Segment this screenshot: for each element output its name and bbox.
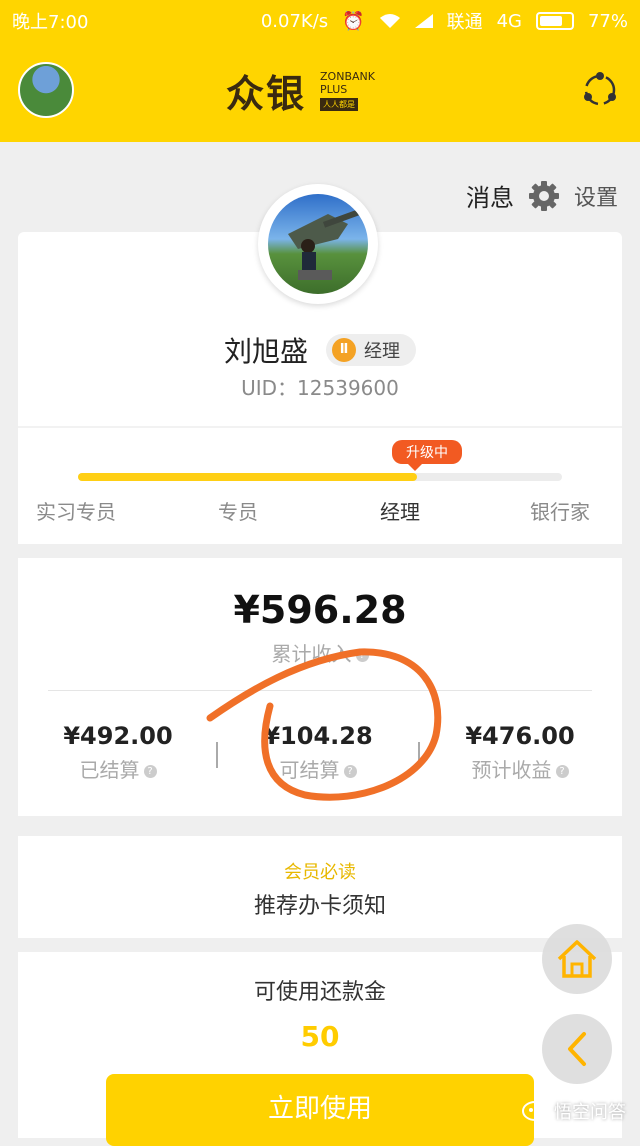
profile-name-row: 刘旭盛 Ⅱ 经理 <box>0 330 640 370</box>
wukong-logo-icon <box>522 1101 548 1121</box>
notice-link[interactable]: 推荐办卡须知 <box>0 888 640 920</box>
progress-track <box>78 473 562 481</box>
carrier-name: 联通 <box>446 12 483 33</box>
use-now-button[interactable]: 立即使用 <box>106 1074 534 1146</box>
level-intern: 实习专员 <box>36 500 116 524</box>
help-icon[interactable]: ? <box>143 765 157 778</box>
stat-settled[interactable]: ¥492.00 已结算? <box>18 722 218 783</box>
stat-settleable-text: 可结算 <box>279 758 340 782</box>
profile-avatar[interactable] <box>258 184 378 304</box>
status-time: 晚上7:00 <box>12 12 89 33</box>
status-indicators: 0.07K/s ⏰ 联通 4G 77% <box>261 8 628 34</box>
battery-level: 77% <box>587 10 628 32</box>
watermark: 悟空问答 <box>522 1098 626 1124</box>
header-actions: 消息 设置 <box>466 178 618 213</box>
stat-expected-text: 预计收益 <box>471 758 552 782</box>
rank-badge: Ⅱ 经理 <box>326 334 416 366</box>
notice-heading: 会员必读 <box>284 862 356 883</box>
help-icon[interactable]: ? <box>555 765 569 778</box>
brand-subtitle: ZONBANK PLUS 人人都是 <box>320 70 375 111</box>
stat-settled-label: 已结算? <box>18 754 218 783</box>
stat-settled-value: ¥492.00 <box>63 722 173 750</box>
home-button[interactable] <box>542 924 612 994</box>
brand-logo: 众银 ZONBANK PLUS 人人都是 <box>226 62 375 118</box>
home-icon <box>557 940 597 978</box>
messages-link[interactable]: 消息 <box>466 178 514 213</box>
progress-fill <box>78 473 417 481</box>
level-banker: 银行家 <box>530 500 590 524</box>
watermark-text: 悟空问答 <box>554 1102 626 1123</box>
help-icon[interactable]: ? <box>343 765 357 778</box>
stat-expected-value: ¥476.00 <box>465 722 575 750</box>
total-income-label[interactable]: 累计收入? <box>0 638 640 667</box>
status-bar: 晚上7:00 0.07K/s ⏰ 联通 4G 77% <box>0 0 640 38</box>
notice-card[interactable] <box>18 836 622 938</box>
user-name: 刘旭盛 <box>223 335 308 368</box>
stat-settleable-label: 可结算? <box>218 754 418 783</box>
status-speed: 0.07K/s <box>260 10 329 32</box>
brand-en-line1: ZONBANK <box>320 69 375 83</box>
help-icon[interactable]: ? <box>355 649 369 662</box>
brand-name: 众银 <box>226 71 307 116</box>
rank-icon: Ⅱ <box>332 338 356 362</box>
avatar-photo <box>268 194 368 294</box>
avatar-scene <box>288 208 363 280</box>
brand-en-line2: PLUS <box>320 82 348 96</box>
rank-label: 经理 <box>364 341 400 362</box>
total-income-value: ¥596.28 <box>233 588 407 632</box>
alarm-icon: ⏰ <box>342 10 365 32</box>
stat-settleable[interactable]: ¥104.28 可结算? <box>218 722 418 783</box>
brand-tagline: 人人都是 <box>320 97 359 111</box>
stat-expected-label: 预计收益? <box>420 754 620 783</box>
gear-icon[interactable] <box>528 180 560 212</box>
app-header: 众银 ZONBANK PLUS 人人都是 <box>0 38 640 142</box>
signal-icon <box>414 14 433 28</box>
stat-settleable-value: ¥104.28 <box>263 722 373 750</box>
user-uid: UID：12539600 <box>241 376 399 400</box>
upgrade-tag: 升级中 <box>392 440 462 471</box>
settings-link[interactable]: 设置 <box>574 180 618 212</box>
level-manager: 经理 <box>380 500 420 524</box>
chevron-left-icon <box>568 1032 586 1066</box>
network-type: 4G <box>496 10 522 32</box>
back-button[interactable] <box>542 1014 612 1084</box>
level-progress: 升级中 实习专员 专员 经理 银行家 <box>18 428 622 544</box>
battery-icon <box>535 12 574 30</box>
level-specialist: 专员 <box>218 500 258 524</box>
wifi-icon <box>379 14 400 28</box>
header-avatar[interactable] <box>18 62 74 118</box>
stat-expected[interactable]: ¥476.00 预计收益? <box>420 722 620 783</box>
share-icon[interactable] <box>580 70 620 110</box>
total-income-text: 累计收入 <box>271 642 352 666</box>
divider <box>48 690 592 691</box>
stat-settled-text: 已结算 <box>79 758 140 782</box>
